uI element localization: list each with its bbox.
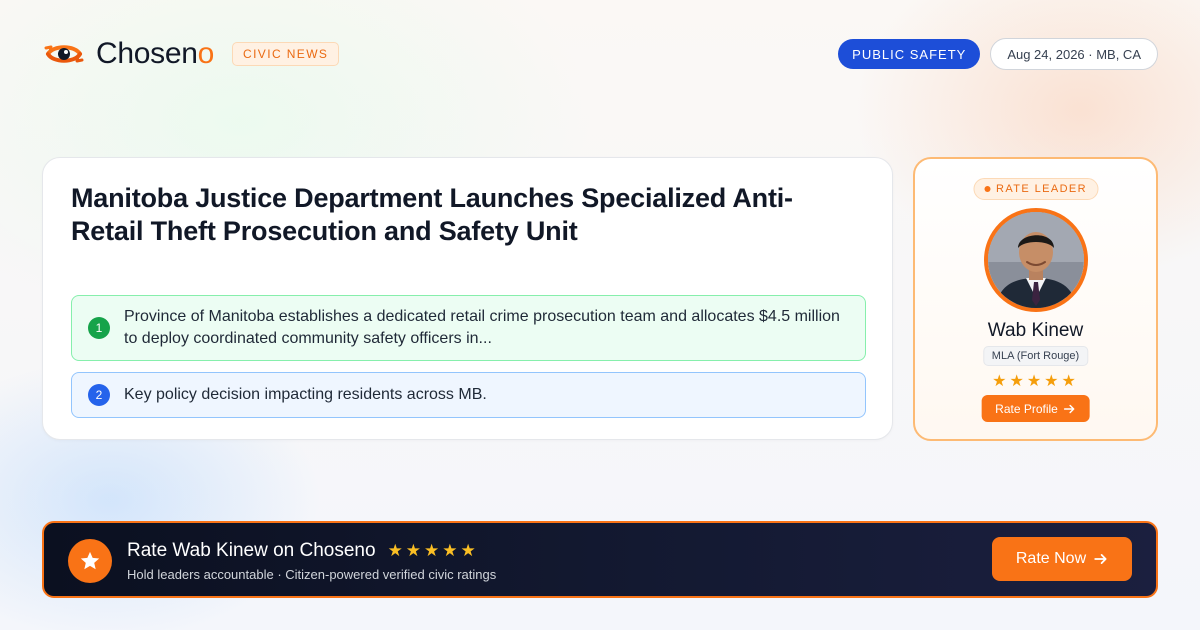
rate-now-button[interactable]: Rate Now — [992, 537, 1132, 581]
leader-rating-stars[interactable]: ★★★★★ — [915, 371, 1156, 391]
brand-name: Choseno — [96, 37, 214, 70]
banner-badge — [68, 539, 112, 583]
category-pill[interactable]: PUBLIC SAFETY — [838, 39, 981, 69]
civic-news-tag: CIVIC NEWS — [232, 42, 340, 66]
date-location-pill: Aug 24, 2026 · MB, CA — [990, 38, 1158, 70]
leader-card: RATE LEADER Wab Kinew MLA (Fort Rouge) ★… — [913, 157, 1158, 441]
key-point-2: 2 Key policy decision impacting resident… — [71, 372, 866, 418]
rate-profile-button[interactable]: Rate Profile — [981, 395, 1090, 422]
eye-swirl-logo-icon — [44, 45, 84, 63]
leader-name: Wab Kinew — [987, 320, 1084, 341]
rate-banner: Rate Wab Kinew on Choseno ★★★★★ Hold lea… — [42, 521, 1158, 598]
banner-stars: ★★★★★ — [387, 541, 479, 560]
point-text: Key policy decision impacting residents … — [124, 386, 487, 403]
star-icon — [80, 551, 100, 570]
point-text: Province of Manitoba establishes a dedic… — [124, 308, 840, 347]
avatar[interactable] — [983, 208, 1088, 312]
arrow-right-icon — [1064, 404, 1075, 413]
arrow-right-icon — [1094, 554, 1107, 564]
point-number-badge: 1 — [88, 317, 110, 339]
dot-icon — [984, 186, 990, 192]
brand[interactable]: Choseno CIVIC NEWS — [44, 34, 340, 74]
leader-role: MLA (Fort Rouge) — [982, 346, 1089, 366]
article-card[interactable]: Manitoba Justice Department Launches Spe… — [42, 157, 893, 440]
portrait-icon — [987, 212, 1084, 308]
header-meta: PUBLIC SAFETY Aug 24, 2026 · MB, CA — [838, 38, 1158, 70]
rate-leader-tag: RATE LEADER — [973, 178, 1098, 200]
banner-title: Rate Wab Kinew on Choseno ★★★★★ — [127, 540, 479, 561]
banner-subtitle: Hold leaders accountable · Citizen-power… — [127, 567, 497, 582]
point-number-badge: 2 — [88, 384, 110, 406]
article-headline: Manitoba Justice Department Launches Spe… — [71, 183, 793, 246]
key-point-1: 1 Province of Manitoba establishes a ded… — [71, 295, 866, 361]
